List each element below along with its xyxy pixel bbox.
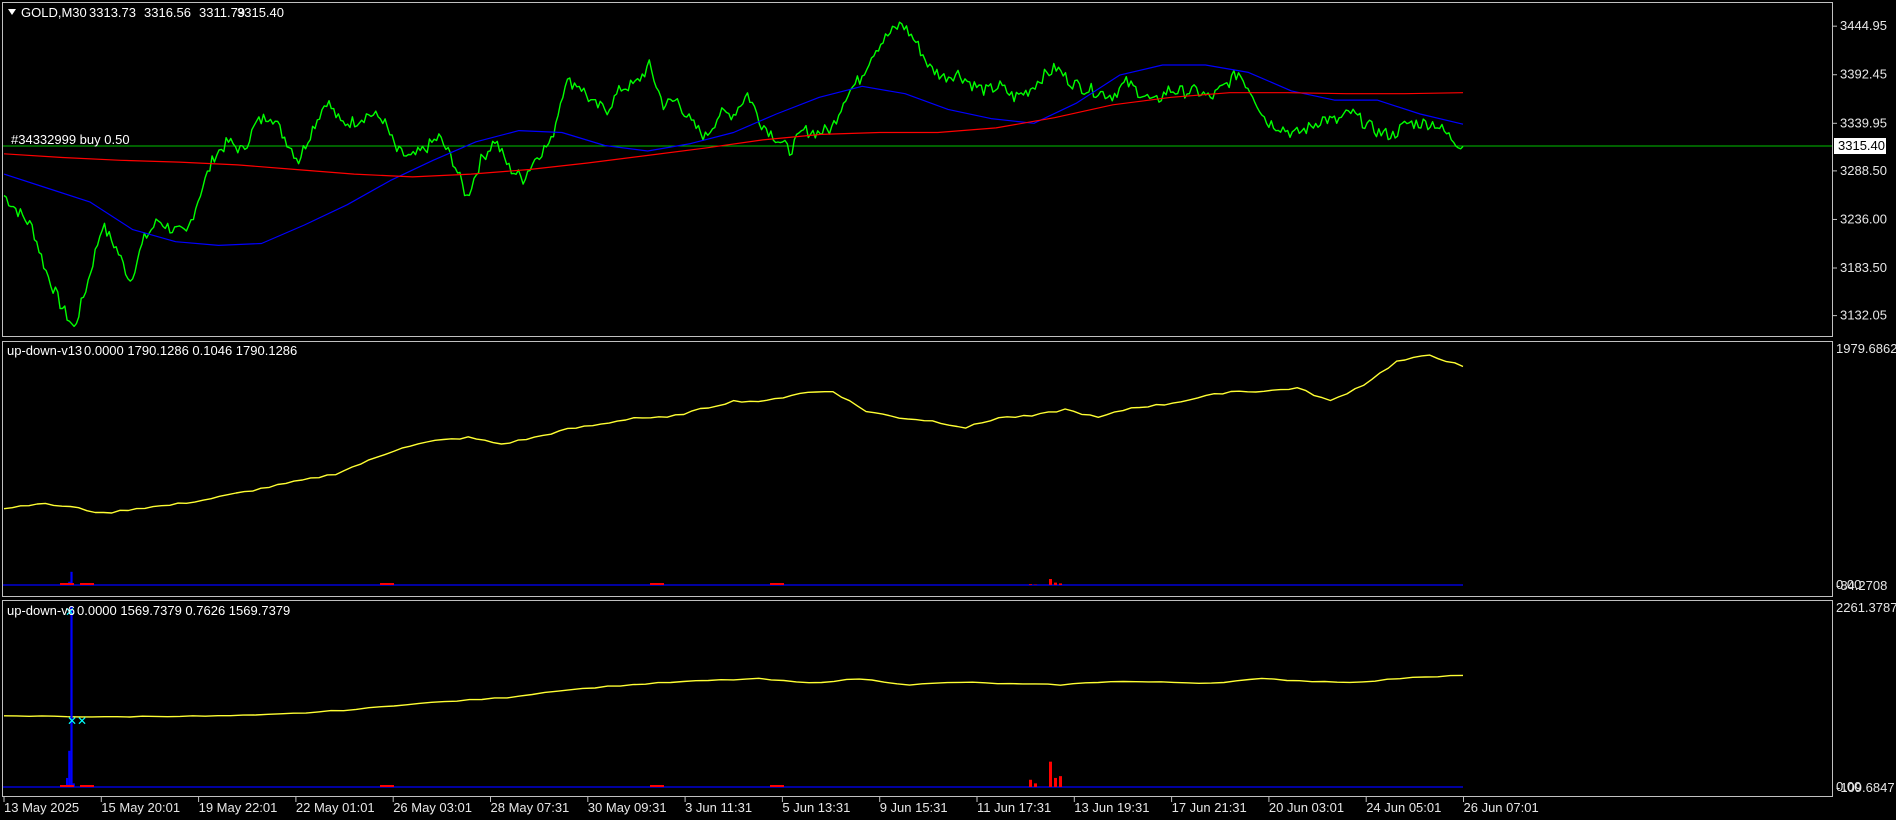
y-tick-label: 3236.00 (1840, 211, 1887, 226)
x-tick-label: 22 May 01:01 (296, 800, 375, 815)
red-histogram-bar (380, 583, 394, 585)
x-tick-label: 17 Jun 21:31 (1172, 800, 1247, 815)
red-histogram-bar (1049, 761, 1052, 787)
indicator1-values: 0.0000 1790.1286 0.1046 1790.1286 (84, 343, 297, 358)
red-histogram-bar (1029, 779, 1032, 787)
indicator1-title: up-down-v13 (7, 343, 82, 358)
main-pane-frame (2, 2, 1833, 337)
x-tick-label: 28 May 07:31 (491, 800, 570, 815)
x-tick-label: 19 May 22:01 (199, 800, 278, 815)
y-tick-label: 3183.50 (1840, 260, 1887, 275)
x-tick-label: 20 Jun 03:01 (1269, 800, 1344, 815)
red-histogram-bar (380, 785, 394, 787)
current-price-label: 3315.40 (1838, 138, 1885, 153)
indicator1-pane[interactable]: 1979.68620.00-84.2708 (3, 341, 1896, 593)
red-histogram-bar (1059, 583, 1062, 585)
indicator2-pane[interactable]: 2261.37870.00-109.6847✕✕✕ (3, 600, 1896, 795)
y-tick-label: 3444.95 (1840, 18, 1887, 33)
indicator-line (3, 354, 1464, 514)
y-tick-label: 3392.45 (1840, 67, 1887, 82)
red-histogram-bar (1029, 584, 1032, 585)
x-tick-label: 24 Jun 05:01 (1366, 800, 1441, 815)
indicator2-pane-frame (2, 600, 1833, 797)
red-histogram-bar (770, 785, 784, 787)
scale-top-label: 1979.6862 (1836, 341, 1896, 356)
x-tick-label: 3 Jun 11:31 (685, 800, 752, 815)
x-axis: 13 May 2025 15 May 20:01 19 May 22:01 22 Ma… (3, 797, 1539, 815)
x-tick-label: 15 May 20:01 (101, 800, 180, 815)
scale-top-label: 2261.3787 (1836, 600, 1896, 615)
x-tick-label: 26 May 03:01 (393, 800, 472, 815)
symbol-title: GOLD,M30 (21, 5, 87, 20)
ohlc-close: 3315.40 (237, 5, 284, 20)
x-tick-label: 13 May 2025 (4, 800, 79, 815)
spike-marker-icon: ✕✕ (67, 714, 87, 728)
price-line (3, 21, 1464, 328)
x-tick-label: 9 Jun 15:31 (880, 800, 948, 815)
red-histogram-bar (770, 583, 784, 585)
x-tick-label: 26 Jun 07:01 (1464, 800, 1539, 815)
ma-fast-line (3, 64, 1464, 246)
main-price-pane[interactable]: 3444.95 3392.45 3339.95 3288.50 3236.00 3183.… (3, 18, 1887, 328)
red-histogram-bar (1054, 582, 1057, 585)
indicator1-pane-frame (2, 341, 1833, 597)
red-histogram-bar (650, 785, 664, 787)
ma-slow-line (3, 92, 1464, 178)
red-histogram-bar (60, 785, 74, 787)
scale-bottom-label: -84.2708 (1836, 578, 1887, 593)
blue-histogram-bar (70, 606, 73, 787)
indicator2-values: 0.0000 1569.7379 0.7626 1569.7379 (77, 603, 290, 618)
indicator2-title: up-down-v6 (7, 603, 75, 618)
order-label[interactable]: #34332999 buy 0.50 (11, 132, 130, 147)
indicator-line (3, 674, 1464, 718)
x-tick-label: 13 Jun 19:31 (1074, 800, 1149, 815)
x-tick-label: 11 Jun 17:31 (977, 800, 1051, 815)
red-histogram-bar (1034, 783, 1037, 787)
trading-chart[interactable]: 3444.95 3392.45 3339.95 3288.50 3236.00 3183.… (0, 0, 1896, 820)
y-tick-label: 3339.95 (1840, 115, 1887, 130)
red-histogram-bar (1049, 579, 1052, 585)
red-histogram-bar (80, 785, 94, 787)
red-histogram-bar (1054, 777, 1057, 787)
red-histogram-bar (650, 583, 664, 585)
x-tick-label: 5 Jun 13:31 (782, 800, 850, 815)
scale-bottom-label: -109.6847 (1836, 780, 1895, 795)
chart-menu-triangle-icon[interactable] (8, 9, 16, 15)
ohlc-high: 3316.56 (144, 5, 191, 20)
red-histogram-bar (1059, 776, 1062, 787)
blue-histogram-bar (68, 750, 71, 787)
y-tick-label: 3132.05 (1840, 308, 1887, 323)
y-tick-label: 3288.50 (1840, 163, 1887, 178)
x-tick-label: 30 May 09:31 (588, 800, 667, 815)
red-histogram-bar (80, 583, 94, 585)
red-histogram-bar (60, 583, 74, 585)
ohlc-open: 3313.73 (89, 5, 136, 20)
